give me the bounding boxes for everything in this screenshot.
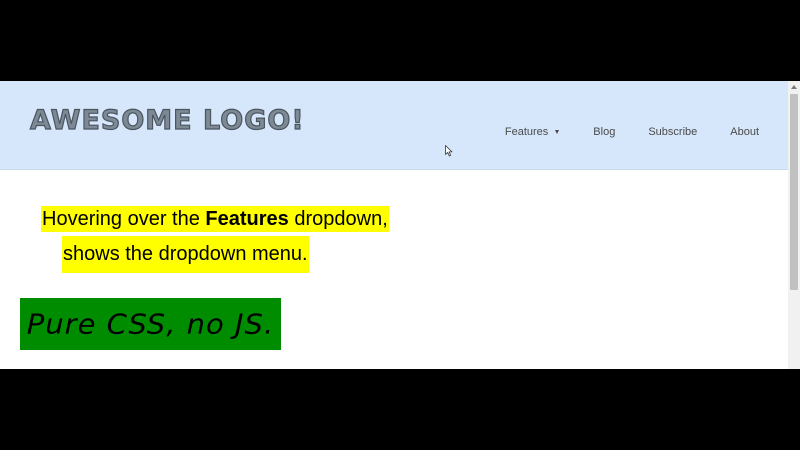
pure-css-badge: Pure CSS, no JS. (20, 298, 281, 350)
browser-viewport: AWESOME LOGO! Features Blog Subscribe Ab… (0, 81, 800, 369)
note-line-1: Hovering over the Features dropdown, (41, 206, 389, 232)
mouse-cursor-icon (445, 145, 453, 157)
nav-item-features[interactable]: Features (504, 126, 560, 138)
site-header: AWESOME LOGO! Features Blog Subscribe Ab… (0, 81, 788, 170)
scroll-up-arrow-icon[interactable] (791, 85, 797, 89)
nav-item-label: About (730, 126, 759, 138)
note-text: dropdown, (288, 208, 388, 230)
scrollbar-thumb[interactable] (790, 94, 798, 290)
vertical-scrollbar[interactable] (788, 81, 800, 369)
main-nav: Features Blog Subscribe About (505, 126, 788, 138)
note-bold-features: Features (205, 208, 289, 230)
note-text: Hovering over the (42, 208, 206, 230)
nav-item-subscribe[interactable]: Subscribe (648, 126, 697, 138)
nav-item-blog[interactable]: Blog (593, 126, 615, 138)
nav-item-about[interactable]: About (730, 126, 759, 138)
badge-text: Pure CSS, no JS. (26, 307, 275, 341)
nav-item-label: Subscribe (648, 126, 698, 138)
caret-down-icon (555, 130, 560, 134)
nav-item-label: Features (504, 126, 549, 138)
note-line-2: shows the dropdown menu. (62, 236, 309, 273)
site-logo[interactable]: AWESOME LOGO! (29, 104, 305, 136)
nav-item-label: Blog (593, 126, 616, 138)
hover-note: Hovering over the Features dropdown, sho… (41, 203, 461, 273)
